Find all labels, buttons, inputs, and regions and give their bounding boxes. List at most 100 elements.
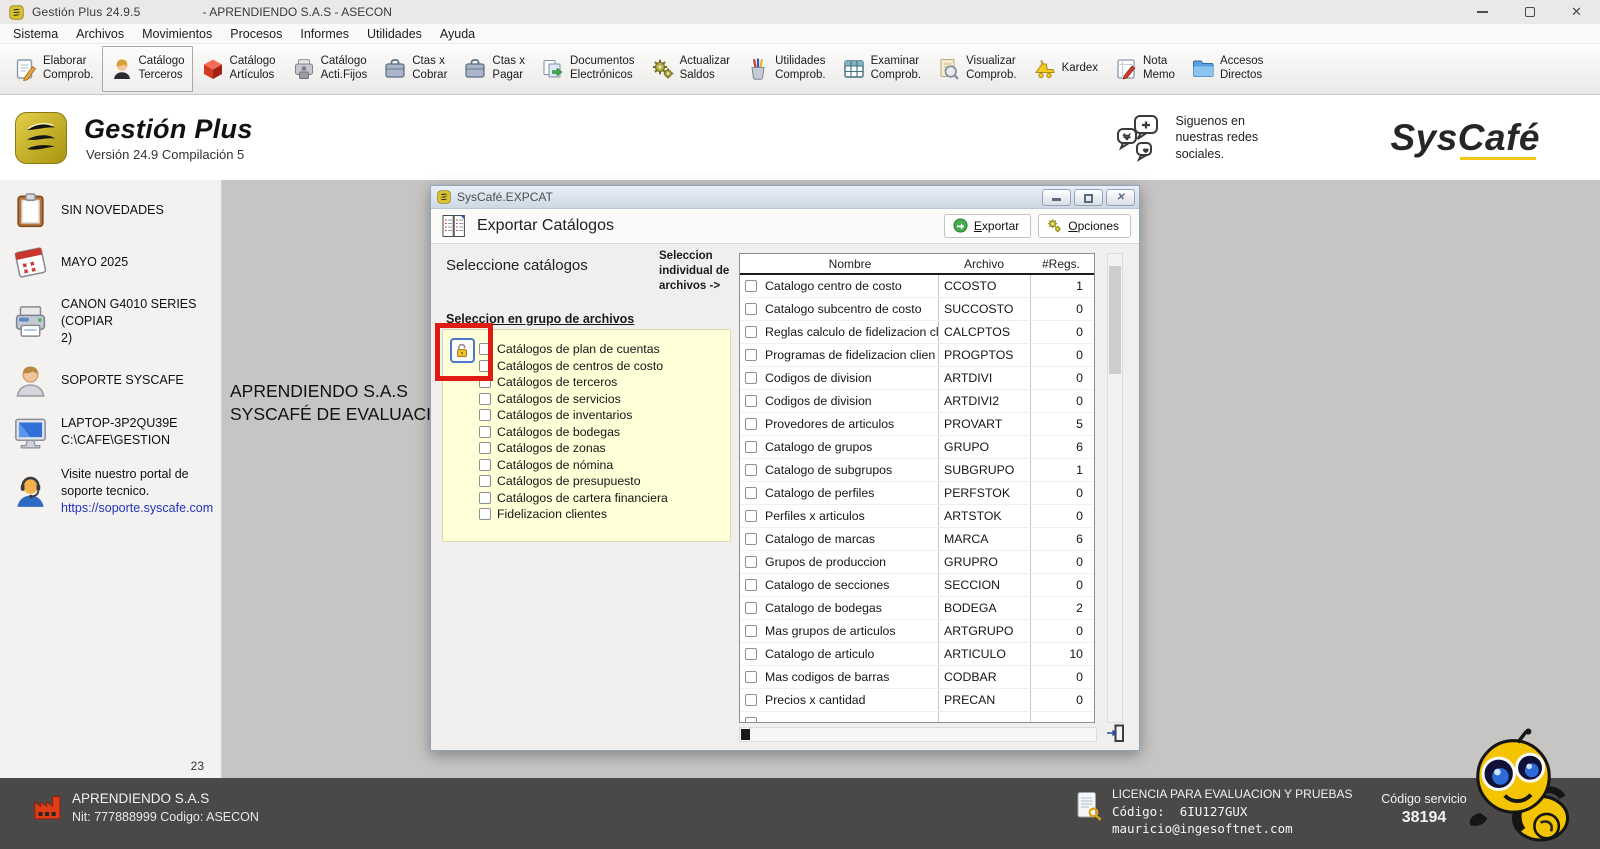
toolbar-button-examinar-comprob[interactable]: ExaminarComprob.: [834, 46, 930, 92]
table-row[interactable]: Provedores de articulosPROVART5: [740, 413, 1094, 436]
menu-informes[interactable]: Informes: [291, 27, 358, 41]
row-checkbox[interactable]: [745, 510, 757, 522]
checkbox[interactable]: [479, 426, 491, 438]
toolbar-button-documentos-electronicos[interactable]: DocumentosElectrónicos: [533, 46, 643, 92]
toolbar-button-catalogo-articulos[interactable]: CatálogoArtículos: [193, 46, 284, 92]
table-row[interactable]: Mas grupos de articulosARTGRUPO0: [740, 620, 1094, 643]
dialog-minimize-button[interactable]: [1042, 189, 1071, 206]
scrollbar-thumb[interactable]: [741, 729, 750, 740]
menu-archivos[interactable]: Archivos: [67, 27, 133, 41]
row-checkbox[interactable]: [745, 671, 757, 683]
group-checkbox-row-7[interactable]: Catálogos de zonas: [479, 440, 668, 457]
checkbox[interactable]: [479, 475, 491, 487]
row-checkbox[interactable]: [745, 556, 757, 568]
table-row[interactable]: Catalogo de perfilesPERFSTOK0: [740, 482, 1094, 505]
menu-movimientos[interactable]: Movimientos: [133, 27, 221, 41]
maximize-button[interactable]: [1506, 0, 1553, 24]
row-checkbox[interactable]: [745, 694, 757, 706]
group-checkbox-row-11[interactable]: Fidelizacion clientes: [479, 506, 668, 523]
column-archivo[interactable]: Archivo: [938, 254, 1030, 273]
table-horizontal-scrollbar[interactable]: [739, 727, 1097, 742]
table-row[interactable]: Catalogo de marcasMARCA6: [740, 528, 1094, 551]
opciones-button[interactable]: Opciones: [1038, 214, 1131, 238]
table-row[interactable]: Perfiles x articulosARTSTOK0: [740, 505, 1094, 528]
table-row[interactable]: Catalogo de seccionesSECCION0: [740, 574, 1094, 597]
group-checkbox-row-2[interactable]: Catálogos de centros de costo: [479, 358, 668, 375]
dialog-close-button[interactable]: ✕: [1106, 189, 1135, 206]
sidebar-item-portal[interactable]: Visite nuestro portal desoporte tecnico.…: [12, 466, 213, 518]
table-row[interactable]: Reglas calculo de fidelizacion clCALCPTO…: [740, 321, 1094, 344]
checkbox[interactable]: [479, 442, 491, 454]
table-row[interactable]: Catalogo de articuloARTICULO10: [740, 643, 1094, 666]
group-checkbox-row-8[interactable]: Catálogos de nómina: [479, 457, 668, 474]
row-checkbox[interactable]: [745, 326, 757, 338]
table-row[interactable]: Catalogo centro de costoCCOSTO1: [740, 275, 1094, 298]
menu-utilidades[interactable]: Utilidades: [358, 27, 431, 41]
toolbar-button-utilidades-comprob[interactable]: UtilidadesComprob.: [738, 46, 834, 92]
close-button[interactable]: ✕: [1553, 0, 1600, 24]
row-checkbox[interactable]: [745, 579, 757, 591]
menu-ayuda[interactable]: Ayuda: [431, 27, 484, 41]
table-row[interactable]: Programas de fidelizacion clienPROGPTOS0: [740, 344, 1094, 367]
row-checkbox[interactable]: [745, 464, 757, 476]
checkbox[interactable]: [479, 508, 491, 520]
table-row[interactable]: Grupos de produccionGRUPRO0: [740, 551, 1094, 574]
dialog-titlebar[interactable]: SysCafé.EXPCAT ✕: [431, 186, 1139, 209]
group-checkbox-row-6[interactable]: Catálogos de bodegas: [479, 424, 668, 441]
toolbar-button-accesos-directos[interactable]: AccesosDirectos: [1183, 46, 1271, 92]
sidebar-support-link[interactable]: https://soporte.syscafe.com: [61, 500, 213, 517]
toolbar-button-visualizar-comprob[interactable]: VisualizarComprob.: [929, 46, 1025, 92]
group-checkbox-row-5[interactable]: Catálogos de inventarios: [479, 407, 668, 424]
checkbox[interactable]: [479, 393, 491, 405]
app-header-titles: Gestión Plus Versión 24.9 Compilación 5: [84, 114, 253, 162]
row-checkbox[interactable]: [745, 303, 757, 315]
exit-door-icon[interactable]: [1105, 722, 1127, 744]
row-checkbox[interactable]: [745, 602, 757, 614]
row-checkbox[interactable]: [745, 625, 757, 637]
checkbox[interactable]: [479, 492, 491, 504]
exportar-button[interactable]: Exportar: [944, 214, 1031, 238]
column-regs[interactable]: #Regs.: [1030, 254, 1092, 273]
toolbar-button-catalogo-actifijos[interactable]: CatálogoActi.Fijos: [284, 46, 376, 92]
bee-mascot-icon: [1456, 723, 1578, 849]
toolbar-button-elaborar-comprob[interactable]: ElaborarComprob.: [6, 46, 102, 92]
table-vertical-scrollbar[interactable]: [1107, 253, 1123, 723]
row-checkbox[interactable]: [745, 280, 757, 292]
group-checkbox-row-10[interactable]: Catálogos de cartera financiera: [479, 490, 668, 507]
row-checkbox[interactable]: [745, 648, 757, 660]
row-checkbox[interactable]: [745, 418, 757, 430]
checkbox[interactable]: [479, 409, 491, 421]
row-checkbox[interactable]: [745, 717, 757, 723]
scrollbar-thumb[interactable]: [1109, 266, 1121, 374]
toolbar-button-kardex[interactable]: Kardex: [1025, 46, 1106, 92]
group-checkbox-row-9[interactable]: Catálogos de presupuesto: [479, 473, 668, 490]
checkbox[interactable]: [479, 459, 491, 471]
table-row[interactable]: Catalogo de bodegasBODEGA2: [740, 597, 1094, 620]
menu-sistema[interactable]: Sistema: [4, 27, 67, 41]
column-nombre[interactable]: Nombre: [762, 257, 938, 271]
group-checkbox-row-3[interactable]: Catálogos de terceros: [479, 374, 668, 391]
table-row[interactable]: Codigos de divisionARTDIVI0: [740, 367, 1094, 390]
menu-procesos[interactable]: Procesos: [221, 27, 291, 41]
minimize-button[interactable]: [1459, 0, 1506, 24]
table-row[interactable]: Mas codigos de barrasCODBAR0: [740, 666, 1094, 689]
table-row[interactable]: Catalogo de subgruposSUBGRUPO1: [740, 459, 1094, 482]
toolbar-button-catalogo-terceros[interactable]: CatálogoTerceros: [102, 46, 193, 92]
group-checkbox-row-4[interactable]: Catálogos de servicios: [479, 391, 668, 408]
row-checkbox[interactable]: [745, 395, 757, 407]
row-checkbox[interactable]: [745, 441, 757, 453]
row-checkbox[interactable]: [745, 349, 757, 361]
toolbar-button-ctas-x-pagar[interactable]: Ctas xPagar: [455, 46, 533, 92]
group-checkbox-row-1[interactable]: Catálogos de plan de cuentas: [479, 341, 668, 358]
toolbar-button-nota-memo[interactable]: NotaMemo: [1106, 46, 1183, 92]
row-checkbox[interactable]: [745, 372, 757, 384]
toolbar-button-actualizar-saldos[interactable]: ActualizarSaldos: [643, 46, 739, 92]
table-row[interactable]: Precios x cantidadPRECAN0: [740, 689, 1094, 712]
table-row[interactable]: Codigos de divisionARTDIVI20: [740, 390, 1094, 413]
table-row[interactable]: Catalogo subcentro de costoSUCCOSTO0: [740, 298, 1094, 321]
toolbar-button-ctas-x-cobrar[interactable]: Ctas xCobrar: [375, 46, 455, 92]
dialog-maximize-button[interactable]: [1074, 189, 1103, 206]
table-row[interactable]: Catalogo de gruposGRUPO6: [740, 436, 1094, 459]
row-checkbox[interactable]: [745, 533, 757, 545]
row-checkbox[interactable]: [745, 487, 757, 499]
